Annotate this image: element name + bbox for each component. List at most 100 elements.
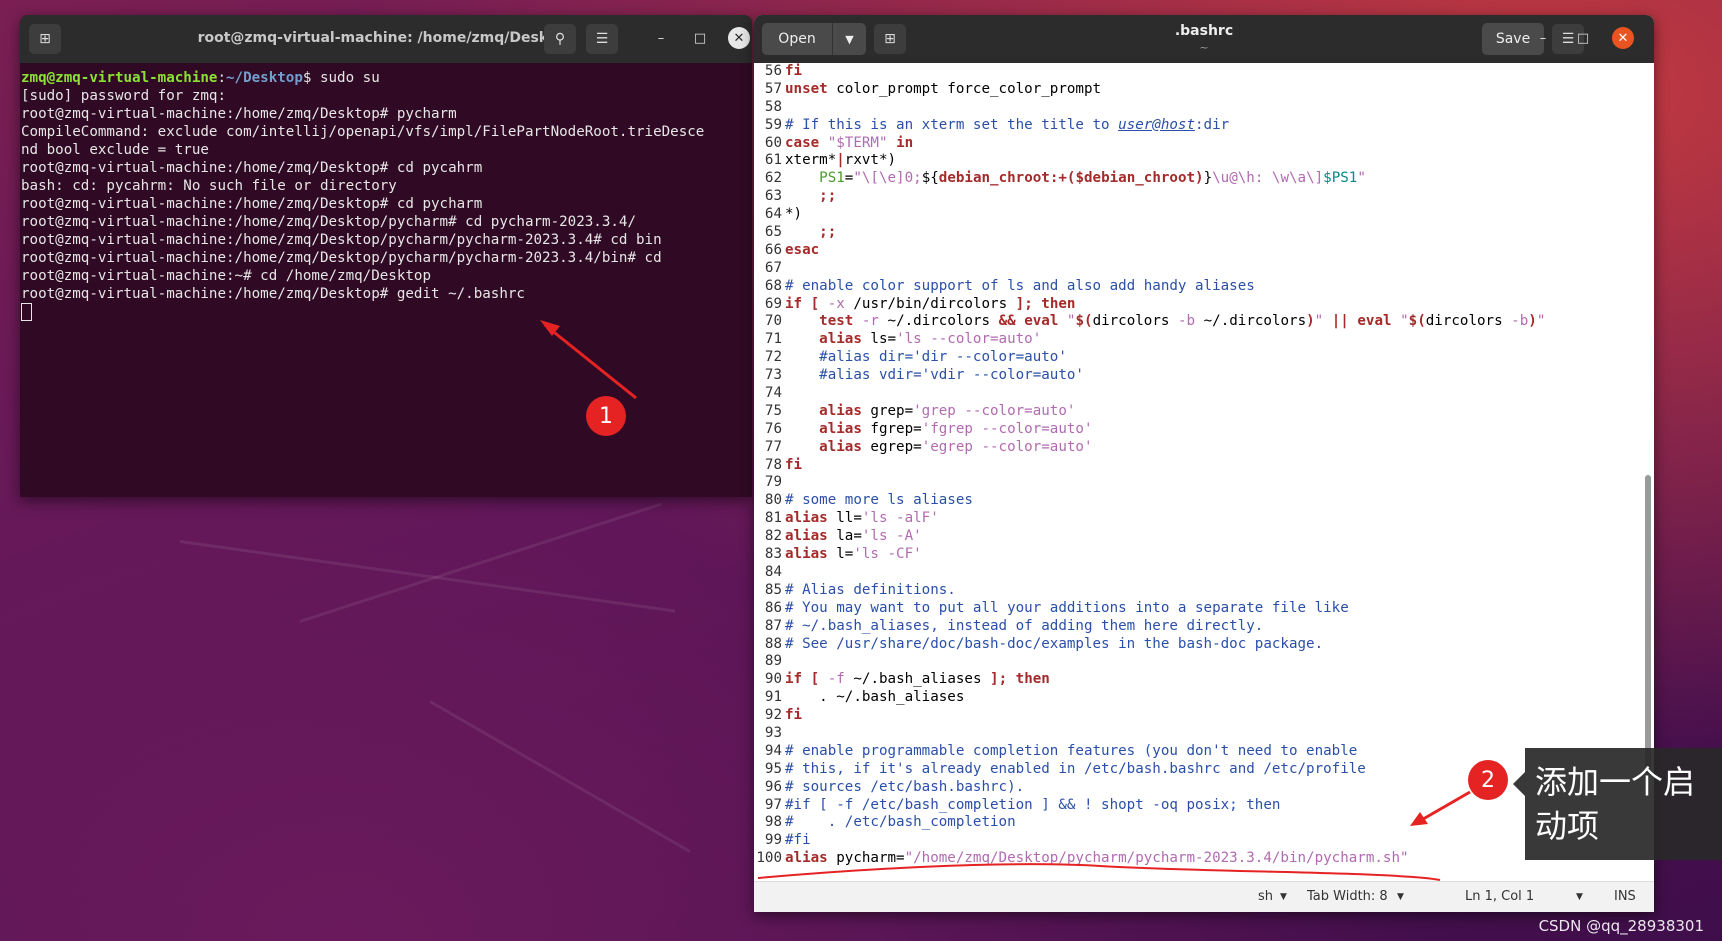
- code-line[interactable]: 72 #alias dir='dir --color=auto': [754, 349, 1654, 367]
- chevron-down-icon[interactable]: ▼: [1280, 892, 1287, 902]
- code-line[interactable]: 93: [754, 725, 1654, 743]
- code-token: -f: [827, 671, 845, 688]
- line-number: 89: [764, 653, 782, 670]
- code-token: # You may want to put all your additions…: [785, 599, 1349, 616]
- code-line[interactable]: 70 test -r ~/.dircolors && eval " $(dirco…: [754, 313, 1654, 331]
- code-token: ]; then: [990, 671, 1050, 688]
- code-line[interactable]: 58: [754, 99, 1654, 117]
- code-line[interactable]: 71 alias ls='ls --color=auto': [754, 331, 1654, 349]
- maximize-icon[interactable]: □: [1572, 27, 1594, 49]
- vertical-scrollbar[interactable]: [1645, 475, 1651, 775]
- code-line[interactable]: 82 alias la='ls -A': [754, 528, 1654, 546]
- code-line[interactable]: 62 PS1 = "\[\e]0; ${debian_chroot:+($debian…: [754, 170, 1654, 188]
- code-line[interactable]: 87 # ~/.bash_aliases, instead of adding t…: [754, 618, 1654, 636]
- code-line[interactable]: 90 if [ -f ~/.bash_aliases ]; then: [754, 671, 1654, 689]
- code-line[interactable]: 92 fi: [754, 707, 1654, 725]
- terminal-window[interactable]: ⊞ root@zmq-virtual-machine: /home/zmq/De…: [20, 15, 752, 497]
- code-token: \u@\h: \w\a\]: [1212, 170, 1324, 187]
- code-token: user@host: [1118, 116, 1195, 133]
- close-icon[interactable]: ✕: [1612, 27, 1634, 49]
- code-token: ": [1357, 170, 1366, 187]
- line-number: 59: [764, 116, 782, 133]
- search-icon[interactable]: ⚲: [544, 24, 576, 54]
- code-line[interactable]: 80 # some more ls aliases: [754, 492, 1654, 510]
- code-line[interactable]: 78 fi: [754, 457, 1654, 475]
- code-token: alias: [819, 420, 862, 437]
- menu-icon[interactable]: ☰: [586, 24, 618, 54]
- code-line[interactable]: 94 # enable programmable completion featu…: [754, 743, 1654, 761]
- code-line[interactable]: 76 alias fgrep='fgrep --color=auto': [754, 421, 1654, 439]
- code-line[interactable]: 75 alias grep='grep --color=auto': [754, 403, 1654, 421]
- code-line[interactable]: 98 # . /etc/bash_completion: [754, 814, 1654, 832]
- chevron-down-icon[interactable]: ▼: [1576, 892, 1583, 902]
- terminal-title: root@zmq-virtual-machine: /home/zmq/Desk…: [197, 30, 575, 46]
- code-token: la=: [827, 528, 862, 545]
- close-icon[interactable]: ✕: [728, 27, 750, 49]
- code-token: # enable color support of ls and also ad…: [785, 277, 1255, 294]
- code-line[interactable]: 59 # If this is an xterm set the title to…: [754, 117, 1654, 135]
- line-number: 79: [764, 474, 782, 491]
- code-line[interactable]: 79: [754, 474, 1654, 492]
- code-line[interactable]: 61 xterm* | rxvt*): [754, 152, 1654, 170]
- terminal-line: root@zmq-virtual-machine:/home/zmq/Deskt…: [21, 160, 483, 176]
- minimize-icon[interactable]: –: [1532, 27, 1554, 49]
- code-line[interactable]: 56 fi: [754, 63, 1654, 81]
- code-token: ls=: [861, 331, 897, 348]
- code-line[interactable]: 83 alias l='ls -CF': [754, 546, 1654, 564]
- code-line[interactable]: 74: [754, 385, 1654, 403]
- minimize-icon[interactable]: –: [650, 27, 672, 49]
- terminal-titlebar[interactable]: ⊞ root@zmq-virtual-machine: /home/zmq/De…: [20, 15, 752, 63]
- code-line[interactable]: 60 case "$TERM" in: [754, 135, 1654, 153]
- wallpaper-line: [299, 502, 662, 623]
- code-line[interactable]: 100 alias pycharm= "/home/zmq/Desktop/pych…: [754, 850, 1654, 868]
- code-editor[interactable]: 56 fi 57 unset color_prompt force_color_pro…: [754, 63, 1654, 877]
- code-line[interactable]: 65 ;;: [754, 224, 1654, 242]
- code-line[interactable]: 91 . ~/.bash_aliases: [754, 689, 1654, 707]
- code-line[interactable]: 84: [754, 564, 1654, 582]
- terminal-line: CompileCommand: exclude com/intellij/ope…: [21, 124, 705, 140]
- chevron-down-icon[interactable]: ▼: [1397, 892, 1404, 902]
- terminal-line: root@zmq-virtual-machine:/home/zmq/Deskt…: [21, 214, 636, 230]
- code-token: 'grep --color=auto': [913, 402, 1076, 419]
- code-token: xterm*: [785, 152, 837, 169]
- line-number: 67: [764, 259, 782, 276]
- cursor-position[interactable]: Ln 1, Col 1: [1465, 889, 1534, 904]
- code-token: -r: [861, 313, 879, 330]
- code-line[interactable]: 57 unset color_prompt force_color_prompt: [754, 81, 1654, 99]
- terminal-line: root@zmq-virtual-machine:/home/zmq/Deskt…: [21, 232, 662, 248]
- code-line[interactable]: 64 *): [754, 206, 1654, 224]
- terminal-output[interactable]: zmq@zmq-virtual-machine:~/Desktop$ sudo …: [20, 63, 752, 497]
- code-line[interactable]: 89: [754, 653, 1654, 671]
- language-selector[interactable]: sh: [1258, 889, 1273, 904]
- code-token: "$TERM": [827, 134, 888, 151]
- code-line[interactable]: 63 ;;: [754, 188, 1654, 206]
- code-line[interactable]: 85 # Alias definitions.: [754, 582, 1654, 600]
- code-line[interactable]: 81 alias ll='ls -alF': [754, 510, 1654, 528]
- code-token: # enable programmable completion feature…: [785, 742, 1358, 759]
- code-line[interactable]: 77 alias egrep='egrep --color=auto': [754, 439, 1654, 457]
- code-token: ;;: [819, 188, 837, 205]
- callout-pointer: [1513, 772, 1525, 796]
- code-line[interactable]: 67: [754, 260, 1654, 278]
- code-line[interactable]: 88 # See /usr/share/doc/bash-doc/examples…: [754, 636, 1654, 654]
- code-line[interactable]: 69 if [ -x /usr/bin/dircolors ]; then: [754, 296, 1654, 314]
- code-line[interactable]: 99 #fi: [754, 832, 1654, 850]
- editor-titlebar[interactable]: Open ▼ ⊞ .bashrc ~ Save ☰ – □ ✕: [754, 15, 1654, 63]
- tab-width-selector[interactable]: Tab Width: 8: [1307, 889, 1388, 904]
- code-token: fgrep=: [861, 420, 922, 437]
- code-token: ": [1536, 313, 1546, 330]
- code-token: alias: [819, 438, 862, 455]
- code-line[interactable]: 66 esac: [754, 242, 1654, 260]
- code-line[interactable]: 68 # enable color support of ls and also …: [754, 278, 1654, 296]
- code-line[interactable]: 97 #if [ -f /etc/bash_completion ] && ! s…: [754, 797, 1654, 815]
- line-number: 65: [764, 224, 782, 241]
- code-line[interactable]: 86 # You may want to put all your additio…: [754, 600, 1654, 618]
- wallpaper-line: [429, 700, 691, 853]
- maximize-icon[interactable]: □: [689, 27, 711, 49]
- code-line[interactable]: 73 #alias vdir='vdir --color=auto': [754, 367, 1654, 385]
- code-token: l=: [827, 546, 854, 563]
